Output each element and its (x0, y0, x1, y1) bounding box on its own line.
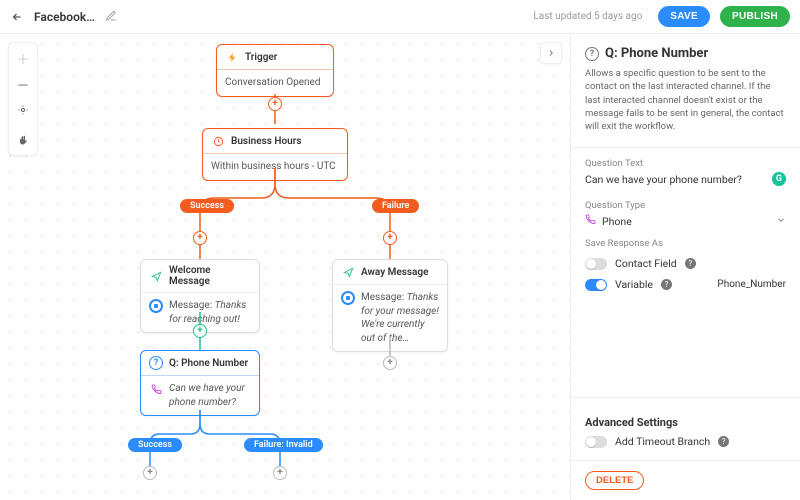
back-icon[interactable] (10, 10, 24, 24)
chevron-down-icon (776, 215, 786, 228)
save-response-label: Save Response As (585, 238, 786, 249)
help-icon[interactable]: ? (661, 279, 672, 290)
add-step-button[interactable]: + (268, 97, 282, 111)
branch-failure-pill[interactable]: Failure: Invalid (244, 438, 323, 452)
contact-field-toggle[interactable] (585, 258, 607, 270)
add-step-button[interactable]: + (383, 356, 397, 370)
add-step-button[interactable]: + (383, 231, 397, 245)
help-icon[interactable]: ? (685, 258, 696, 269)
timeout-toggle[interactable] (585, 436, 607, 448)
fit-view-button[interactable] (12, 99, 34, 121)
add-step-button[interactable]: + (273, 466, 287, 480)
branch-failure-pill[interactable]: Failure (372, 199, 419, 213)
add-step-button[interactable]: + (143, 466, 157, 480)
toggle-contact-field[interactable]: Contact Field ? (585, 257, 786, 270)
add-step-button[interactable]: + (193, 231, 207, 245)
add-step-button[interactable]: + (193, 324, 207, 338)
grammarly-icon: G (772, 172, 786, 186)
edges (0, 34, 570, 500)
edit-title-icon[interactable] (105, 10, 119, 24)
field-question-text[interactable]: Question Text Can we have your phone num… (585, 158, 786, 190)
workspace: ＋ － (0, 34, 800, 500)
delete-button[interactable]: DELETE (585, 471, 644, 490)
field-question-type[interactable]: Question Type Phone (585, 200, 786, 228)
advanced-settings-label: Advanced Settings (585, 416, 786, 429)
inspector-title: ? Q: Phone Number (585, 46, 786, 61)
variable-toggle[interactable] (585, 279, 607, 291)
question-text-input[interactable]: Can we have your phone number? (585, 173, 742, 186)
toggle-variable[interactable]: Variable ? Phone_Number (585, 278, 786, 291)
inspector-panel: ? Q: Phone Number Allows a specific ques… (570, 34, 800, 500)
question-type-select[interactable]: Phone (585, 214, 786, 228)
view-toolbar: ＋ － (8, 42, 38, 156)
question-icon: ? (585, 47, 599, 61)
collapse-inspector-button[interactable] (540, 42, 562, 64)
workflow-title[interactable]: Facebook… (34, 10, 95, 24)
publish-button[interactable]: PUBLISH (720, 6, 790, 27)
zoom-in-button[interactable]: ＋ (12, 47, 34, 69)
canvas[interactable]: ＋ － (0, 34, 570, 500)
save-button[interactable]: SAVE (658, 6, 710, 27)
title-bar: Facebook… Last updated 5 days ago SAVE P… (0, 0, 800, 34)
branch-success-pill[interactable]: Success (128, 438, 182, 452)
pan-tool-button[interactable] (12, 129, 34, 151)
last-updated: Last updated 5 days ago (533, 11, 642, 22)
zoom-out-button[interactable]: － (12, 73, 34, 95)
variable-name-input[interactable]: Phone_Number (717, 279, 786, 290)
branch-success-pill[interactable]: Success (180, 199, 234, 213)
inspector-description: Allows a specific question to be sent to… (585, 67, 786, 133)
toggle-timeout-branch[interactable]: Add Timeout Branch ? (585, 435, 786, 448)
help-icon[interactable]: ? (718, 436, 729, 447)
phone-icon (585, 214, 596, 228)
